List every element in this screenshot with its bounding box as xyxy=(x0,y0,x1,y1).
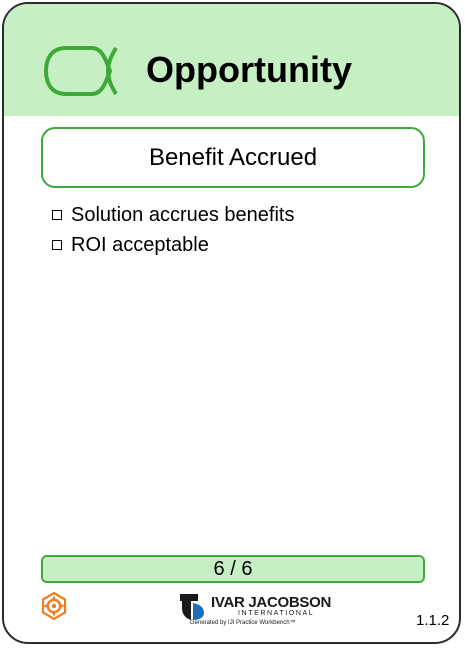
state-progress-bar: 6 / 6 xyxy=(41,555,425,583)
alpha-icon xyxy=(43,46,118,96)
card-title: Opportunity xyxy=(146,49,352,90)
checklist-item-label: ROI acceptable xyxy=(71,233,209,256)
progress-label: 6 / 6 xyxy=(213,557,253,580)
ivar-jacobson-logo-icon xyxy=(180,594,204,620)
card-header: Opportunity xyxy=(4,4,459,116)
checkbox-icon[interactable] xyxy=(52,210,62,220)
state-name-box: Benefit Accrued xyxy=(41,127,425,188)
checklist-item[interactable]: ROI acceptable xyxy=(52,230,294,260)
ivar-jacobson-logo: IVAR JACOBSON INTERNATIONAL Generated by… xyxy=(174,590,354,630)
logo-subtitle: INTERNATIONAL xyxy=(238,610,315,617)
gear-icon xyxy=(41,591,67,621)
logo-name: IVAR JACOBSON xyxy=(211,594,332,611)
checklist-item-label: Solution accrues benefits xyxy=(71,203,295,226)
checklist: Solution accrues benefits ROI acceptable xyxy=(52,200,294,260)
generated-by-text: Generated by IJI Practice Workbench™ xyxy=(190,620,296,626)
version-label: 1.1.2 xyxy=(416,612,450,629)
alpha-state-card: Opportunity Benefit Accrued Solution acc… xyxy=(2,2,461,644)
checklist-item[interactable]: Solution accrues benefits xyxy=(52,200,294,230)
checkbox-icon[interactable] xyxy=(52,240,62,250)
